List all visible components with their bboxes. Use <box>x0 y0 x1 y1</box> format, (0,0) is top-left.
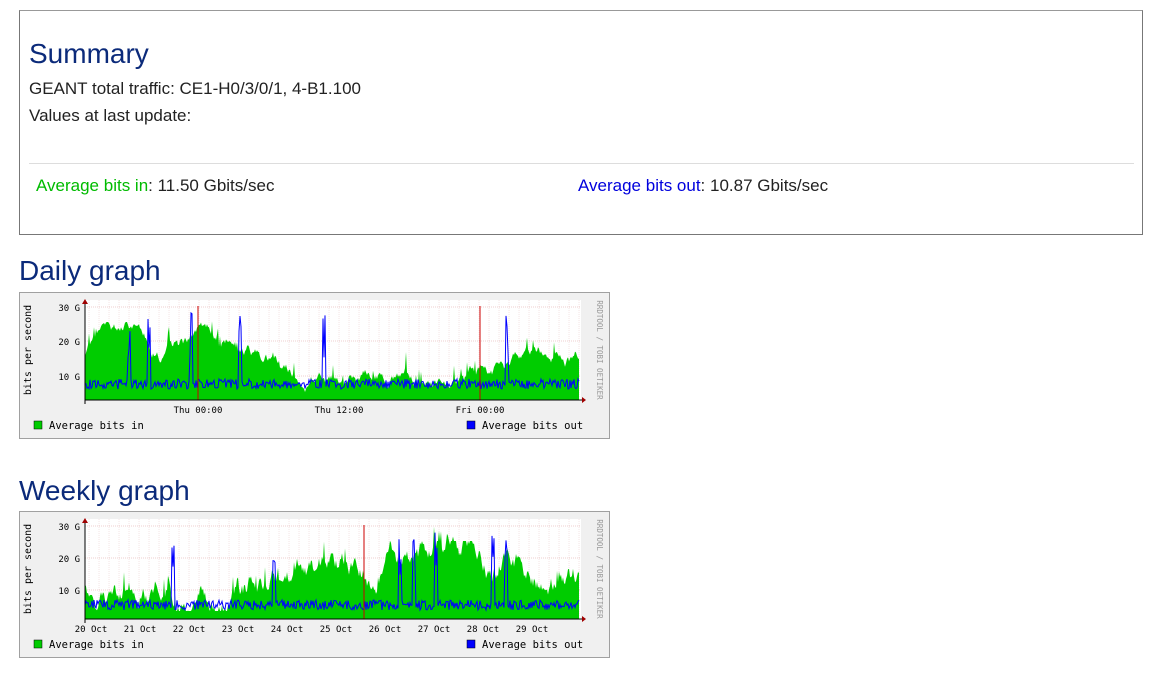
x-tick-label: 28 Oct <box>467 625 500 635</box>
x-tick-label: 29 Oct <box>516 625 549 635</box>
avg-bits-out-metric: Average bits out: 10.87 Gbits/sec <box>578 176 828 196</box>
x-tick-label: 22 Oct <box>173 625 206 635</box>
x-tick-label: 20 Oct <box>75 625 108 635</box>
weekly-graph-title: Weekly graph <box>19 475 190 506</box>
avg-bits-in-label: Average bits in <box>36 176 149 195</box>
x-tick-label: 25 Oct <box>320 625 353 635</box>
legend-in-label: Average bits in <box>49 420 144 432</box>
x-tick-label: 23 Oct <box>222 625 255 635</box>
y-tick-label: 20 G <box>58 555 80 565</box>
y-tick-label: 10 G <box>58 587 80 597</box>
daily-graph-title: Daily graph <box>19 255 161 286</box>
legend-out-swatch <box>466 420 476 430</box>
x-tick-label: Thu 00:00 <box>174 406 223 416</box>
daily-graph: bits per second 30 G 20 G 10 G Thu 00:00… <box>19 292 610 439</box>
y-axis-label: bits per second <box>23 305 34 395</box>
summary-panel: Summary GEANT total traffic: CE1-H0/3/0/… <box>19 10 1143 235</box>
y-tick-label: 20 G <box>58 338 80 348</box>
x-tick-label: 27 Oct <box>418 625 451 635</box>
y-tick-label: 10 G <box>58 373 80 383</box>
legend-in-swatch <box>33 639 43 649</box>
summary-title: Summary <box>29 38 149 69</box>
avg-bits-in-metric: Average bits in: 11.50 Gbits/sec <box>36 176 274 196</box>
weekly-graph: bits per second 30 G 20 G 10 G 20 Oct 21 … <box>19 511 610 658</box>
legend-out-label: Average bits out <box>482 420 583 432</box>
last-update-label: Values at last update: <box>29 106 192 125</box>
x-tick-label: 26 Oct <box>369 625 402 635</box>
legend-in-label: Average bits in <box>49 639 144 651</box>
legend-out-label: Average bits out <box>482 639 583 651</box>
interface-description: GEANT total traffic: CE1-H0/3/0/1, 4-B1.… <box>29 79 361 98</box>
avg-bits-in-value: : 11.50 Gbits/sec <box>148 176 275 195</box>
rrdtool-watermark: RRDTOOL / TOBI OETIKER <box>595 519 604 619</box>
y-axis-label: bits per second <box>23 524 34 614</box>
y-tick-label: 30 G <box>58 523 80 533</box>
y-tick-label: 30 G <box>58 304 80 314</box>
summary-divider <box>29 163 1134 164</box>
avg-bits-out-value: : 10.87 Gbits/sec <box>700 176 829 195</box>
rrdtool-watermark: RRDTOOL / TOBI OETIKER <box>595 300 604 400</box>
legend-out-swatch <box>466 639 476 649</box>
x-tick-label: 24 Oct <box>271 625 304 635</box>
legend-in-swatch <box>33 420 43 430</box>
x-tick-label: 21 Oct <box>124 625 157 635</box>
x-tick-label: Thu 12:00 <box>315 406 364 416</box>
avg-bits-out-label: Average bits out <box>578 176 701 195</box>
x-tick-label: Fri 00:00 <box>456 406 505 416</box>
